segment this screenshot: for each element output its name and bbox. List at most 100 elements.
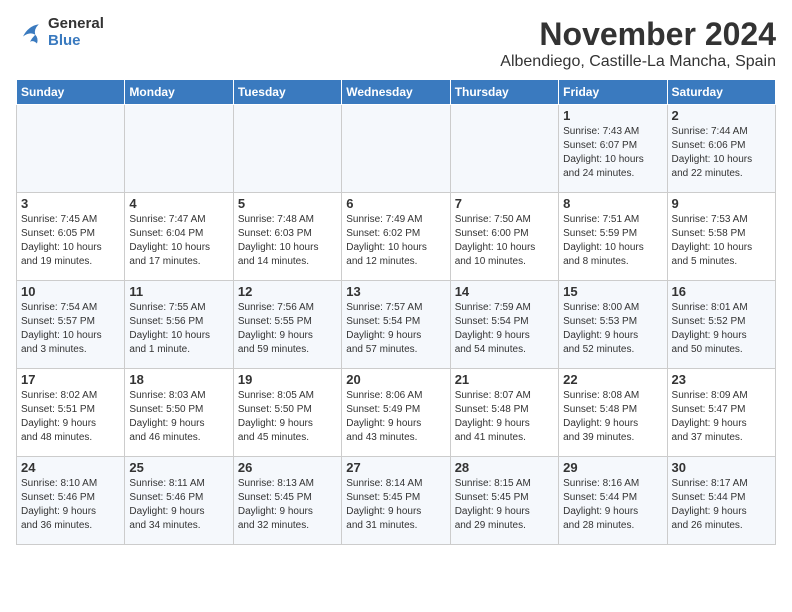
day-info: Sunrise: 8:16 AM Sunset: 5:44 PM Dayligh… [563, 477, 662, 533]
calendar-cell [17, 105, 125, 193]
day-number: 15 [563, 284, 662, 299]
logo-line2: Blue [48, 33, 104, 50]
calendar-body: 1 Sunrise: 7:43 AM Sunset: 6:07 PM Daylig… [17, 105, 776, 545]
day-number: 5 [238, 196, 337, 211]
day-number: 10 [21, 284, 120, 299]
location: Albendiego, Castille-La Mancha, Spain [500, 53, 776, 71]
day-info: Sunrise: 7:50 AM Sunset: 6:00 PM Dayligh… [455, 213, 554, 269]
calendar-cell: 27 Sunrise: 8:14 AM Sunset: 5:45 PM Dayli… [342, 457, 450, 545]
day-info: Sunrise: 8:07 AM Sunset: 5:48 PM Dayligh… [455, 389, 554, 445]
logo-icon [16, 19, 44, 47]
day-number: 14 [455, 284, 554, 299]
calendar-cell: 8Sunrise: 7:51 AM Sunset: 5:59 PM Daylig… [559, 193, 667, 281]
day-number: 13 [346, 284, 445, 299]
calendar-week-row: 17 Sunrise: 8:02 AM Sunset: 5:51 PM Dayli… [17, 369, 776, 457]
day-number: 22 [563, 372, 662, 387]
calendar-week-row: 3Sunrise: 7:45 AM Sunset: 6:05 PM Daylig… [17, 193, 776, 281]
day-info: Sunrise: 8:09 AM Sunset: 5:47 PM Dayligh… [672, 389, 771, 445]
calendar-cell: 23Sunrise: 8:09 AM Sunset: 5:47 PM Dayli… [667, 369, 775, 457]
day-info: Sunrise: 8:00 AM Sunset: 5:53 PM Dayligh… [563, 301, 662, 357]
calendar-cell: 15 Sunrise: 8:00 AM Sunset: 5:53 PM Dayli… [559, 281, 667, 369]
day-info: Sunrise: 8:05 AM Sunset: 5:50 PM Dayligh… [238, 389, 337, 445]
day-number: 18 [129, 372, 228, 387]
calendar-cell: 7 Sunrise: 7:50 AM Sunset: 6:00 PM Daylig… [450, 193, 558, 281]
day-number: 25 [129, 460, 228, 475]
day-info: Sunrise: 8:14 AM Sunset: 5:45 PM Dayligh… [346, 477, 445, 533]
month-title: November 2024 [500, 16, 776, 53]
calendar-cell: 28 Sunrise: 8:15 AM Sunset: 5:45 PM Dayli… [450, 457, 558, 545]
day-number: 12 [238, 284, 337, 299]
day-info: Sunrise: 7:47 AM Sunset: 6:04 PM Dayligh… [129, 213, 228, 269]
day-info: Sunrise: 7:59 AM Sunset: 5:54 PM Dayligh… [455, 301, 554, 357]
day-info: Sunrise: 8:03 AM Sunset: 5:50 PM Dayligh… [129, 389, 228, 445]
column-header-friday: Friday [559, 80, 667, 105]
day-info: Sunrise: 8:11 AM Sunset: 5:46 PM Dayligh… [129, 477, 228, 533]
calendar-week-row: 24 Sunrise: 8:10 AM Sunset: 5:46 PM Dayli… [17, 457, 776, 545]
day-info: Sunrise: 8:17 AM Sunset: 5:44 PM Dayligh… [672, 477, 771, 533]
calendar-cell [125, 105, 233, 193]
day-number: 6 [346, 196, 445, 211]
day-number: 21 [455, 372, 554, 387]
calendar-cell: 29 Sunrise: 8:16 AM Sunset: 5:44 PM Dayli… [559, 457, 667, 545]
day-number: 24 [21, 460, 120, 475]
column-header-tuesday: Tuesday [233, 80, 341, 105]
column-header-monday: Monday [125, 80, 233, 105]
calendar-cell: 13 Sunrise: 7:57 AM Sunset: 5:54 PM Dayli… [342, 281, 450, 369]
calendar-cell: 6 Sunrise: 7:49 AM Sunset: 6:02 PM Daylig… [342, 193, 450, 281]
day-number: 2 [672, 108, 771, 123]
calendar-cell: 21 Sunrise: 8:07 AM Sunset: 5:48 PM Dayli… [450, 369, 558, 457]
column-header-thursday: Thursday [450, 80, 558, 105]
day-info: Sunrise: 7:49 AM Sunset: 6:02 PM Dayligh… [346, 213, 445, 269]
calendar-cell: 5Sunrise: 7:48 AM Sunset: 6:03 PM Daylig… [233, 193, 341, 281]
day-number: 4 [129, 196, 228, 211]
calendar-cell [342, 105, 450, 193]
day-info: Sunrise: 8:10 AM Sunset: 5:46 PM Dayligh… [21, 477, 120, 533]
calendar-week-row: 1 Sunrise: 7:43 AM Sunset: 6:07 PM Daylig… [17, 105, 776, 193]
day-info: Sunrise: 7:54 AM Sunset: 5:57 PM Dayligh… [21, 301, 120, 357]
day-number: 9 [672, 196, 771, 211]
day-number: 20 [346, 372, 445, 387]
calendar-cell: 16 Sunrise: 8:01 AM Sunset: 5:52 PM Dayli… [667, 281, 775, 369]
day-number: 17 [21, 372, 120, 387]
day-info: Sunrise: 7:43 AM Sunset: 6:07 PM Dayligh… [563, 125, 662, 181]
day-number: 16 [672, 284, 771, 299]
calendar-cell: 14 Sunrise: 7:59 AM Sunset: 5:54 PM Dayli… [450, 281, 558, 369]
calendar-cell: 17 Sunrise: 8:02 AM Sunset: 5:51 PM Dayli… [17, 369, 125, 457]
day-info: Sunrise: 8:02 AM Sunset: 5:51 PM Dayligh… [21, 389, 120, 445]
day-info: Sunrise: 7:55 AM Sunset: 5:56 PM Dayligh… [129, 301, 228, 357]
title-block: November 2024 Albendiego, Castille-La Ma… [500, 16, 776, 71]
calendar-cell: 4 Sunrise: 7:47 AM Sunset: 6:04 PM Daylig… [125, 193, 233, 281]
day-number: 30 [672, 460, 771, 475]
day-number: 28 [455, 460, 554, 475]
calendar-table: SundayMondayTuesdayWednesdayThursdayFrid… [16, 79, 776, 545]
column-header-saturday: Saturday [667, 80, 775, 105]
calendar-cell: 19Sunrise: 8:05 AM Sunset: 5:50 PM Dayli… [233, 369, 341, 457]
day-number: 8 [563, 196, 662, 211]
day-info: Sunrise: 7:57 AM Sunset: 5:54 PM Dayligh… [346, 301, 445, 357]
day-number: 27 [346, 460, 445, 475]
day-info: Sunrise: 7:53 AM Sunset: 5:58 PM Dayligh… [672, 213, 771, 269]
column-header-wednesday: Wednesday [342, 80, 450, 105]
day-info: Sunrise: 8:15 AM Sunset: 5:45 PM Dayligh… [455, 477, 554, 533]
day-number: 7 [455, 196, 554, 211]
day-info: Sunrise: 8:08 AM Sunset: 5:48 PM Dayligh… [563, 389, 662, 445]
day-number: 1 [563, 108, 662, 123]
calendar-cell [450, 105, 558, 193]
day-number: 26 [238, 460, 337, 475]
calendar-cell [233, 105, 341, 193]
logo: General Blue [16, 16, 104, 49]
day-info: Sunrise: 7:56 AM Sunset: 5:55 PM Dayligh… [238, 301, 337, 357]
day-info: Sunrise: 8:01 AM Sunset: 5:52 PM Dayligh… [672, 301, 771, 357]
day-number: 29 [563, 460, 662, 475]
calendar-cell: 26Sunrise: 8:13 AM Sunset: 5:45 PM Dayli… [233, 457, 341, 545]
calendar-cell: 3Sunrise: 7:45 AM Sunset: 6:05 PM Daylig… [17, 193, 125, 281]
calendar-week-row: 10 Sunrise: 7:54 AM Sunset: 5:57 PM Dayli… [17, 281, 776, 369]
calendar-cell: 30 Sunrise: 8:17 AM Sunset: 5:44 PM Dayli… [667, 457, 775, 545]
calendar-cell: 25 Sunrise: 8:11 AM Sunset: 5:46 PM Dayli… [125, 457, 233, 545]
calendar-cell: 12 Sunrise: 7:56 AM Sunset: 5:55 PM Dayli… [233, 281, 341, 369]
logo-line1: General [48, 16, 104, 33]
column-header-sunday: Sunday [17, 80, 125, 105]
day-info: Sunrise: 8:06 AM Sunset: 5:49 PM Dayligh… [346, 389, 445, 445]
day-info: Sunrise: 7:44 AM Sunset: 6:06 PM Dayligh… [672, 125, 771, 181]
calendar-cell: 22 Sunrise: 8:08 AM Sunset: 5:48 PM Dayli… [559, 369, 667, 457]
